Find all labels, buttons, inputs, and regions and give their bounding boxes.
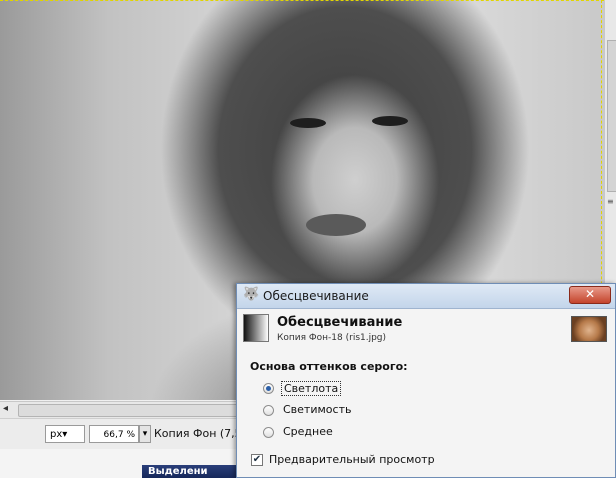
radio-label-average: Среднее [283,425,333,438]
radio-label-luminosity: Светимость [283,403,352,416]
lips [306,214,366,236]
vertical-scroll-thumb[interactable] [607,40,616,192]
dialog-heading: Обесцвечивание [277,315,403,330]
dialog-titlebar[interactable]: 🐺 Обесцвечивание ✕ [237,284,615,309]
desaturate-dialog: 🐺 Обесцвечивание ✕ Обесцвечивание Копия … [236,283,616,478]
close-icon: ✕ [584,287,596,301]
close-button[interactable]: ✕ [569,286,611,304]
horizontal-scroll-thumb[interactable] [18,404,240,417]
status-bar: px▾ 66,7 % ▾ Копия Фон (7,5 [0,418,242,449]
chevron-down-icon: ▾ [62,429,68,440]
dialog-window-title: Обесцвечивание [263,289,369,303]
gimp-app-icon: 🐺 [243,287,260,302]
layer-info: Копия Фон (7,5 [154,427,242,440]
scroll-left-icon[interactable]: ◂ [3,403,8,414]
radio-button-selected[interactable] [263,383,274,394]
radio-label-lightness: Светлота [281,381,342,396]
scroll-grip-icon: ≡ [607,197,614,206]
horizontal-scrollbar[interactable]: ◂ [0,401,240,418]
dialog-header: Обесцвечивание Копия Фон-18 (ris1.jpg) [243,314,609,348]
preview-label: Предварительный просмотр [269,453,435,466]
zoom-input[interactable]: 66,7 % [89,425,139,443]
taskbar-item-selection[interactable]: Выделени [142,465,240,478]
eye-left [290,118,326,128]
desaturate-icon [243,314,269,342]
chevron-down-icon: ▾ [142,429,148,439]
radio-button[interactable] [263,405,274,416]
image-thumbnail [571,316,607,342]
radio-button[interactable] [263,427,274,438]
unit-value: px [50,429,63,440]
unit-select[interactable]: px▾ [45,425,85,443]
eye-right [372,116,408,126]
zoom-value: 66,7 % [103,430,135,440]
zoom-dropdown-button[interactable]: ▾ [139,425,151,443]
checkmark-icon: ✔ [252,454,262,465]
grayscale-basis-label: Основа оттенков серого: [250,360,408,373]
preview-checkbox[interactable]: ✔ [251,454,263,466]
selection-border-top [0,0,604,1]
dialog-subtitle: Копия Фон-18 (ris1.jpg) [277,333,387,343]
